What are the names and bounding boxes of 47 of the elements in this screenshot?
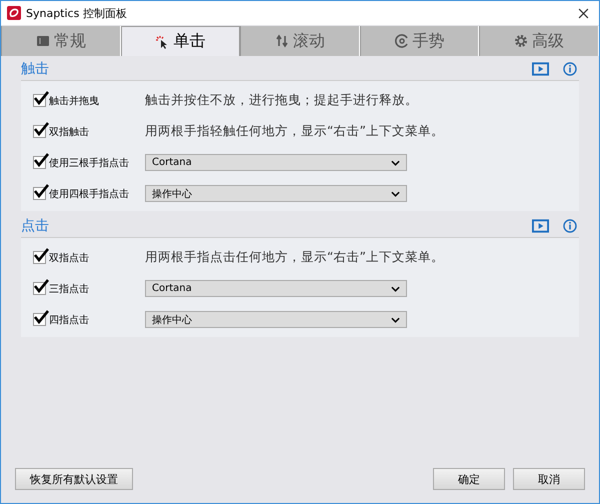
gear-icon — [514, 34, 528, 48]
dropdown[interactable]: 操作中心 — [145, 185, 407, 202]
description-text: 用两根手指点击任何地方，显示“右击”上下文菜单。 — [145, 249, 444, 266]
caret-icon — [391, 316, 400, 322]
section-title: 点击 — [21, 217, 49, 235]
tab[interactable]: 高级 — [479, 26, 599, 56]
dropdown[interactable]: Cortana — [145, 280, 407, 297]
checkbox-label: 双指点击 — [49, 252, 89, 264]
section-title: 触击 — [21, 60, 49, 78]
dialog-button[interactable]: 确定 — [433, 468, 505, 490]
video-icon[interactable] — [532, 219, 549, 233]
up-down-arrows-icon — [274, 34, 289, 48]
checkbox-label: 触击并拖曳 — [49, 94, 99, 108]
close-icon[interactable] — [578, 8, 589, 18]
touchpad-icon — [36, 34, 50, 48]
info-icon[interactable] — [563, 62, 577, 76]
tab[interactable]: 单击 — [120, 26, 240, 56]
description-text: 用两根手指轻触任何地方，显示“右击”上下文菜单。 — [145, 123, 444, 140]
checkbox[interactable] — [33, 125, 46, 138]
caret-icon — [391, 190, 400, 196]
dropdown[interactable]: 操作中心 — [145, 311, 407, 328]
cursor-click-icon — [155, 34, 170, 48]
checkbox-label: 三指点击 — [49, 282, 89, 296]
description-text: 触击并按住不放，进行拖曳；提起手进行释放。 — [145, 92, 418, 109]
checkbox-label: 双指触击 — [49, 126, 89, 138]
checkbox[interactable] — [33, 187, 46, 200]
checkbox-label: 使用三根手指点击 — [49, 156, 129, 170]
tab[interactable]: 常规 — [1, 26, 121, 56]
checkbox-label: 四指点击 — [49, 314, 89, 326]
restore-defaults-button[interactable]: 恢复所有默认设置 — [15, 468, 133, 490]
checkbox[interactable] — [33, 251, 46, 264]
checkbox[interactable] — [33, 156, 46, 169]
caret-icon — [391, 160, 400, 166]
video-icon[interactable] — [532, 62, 549, 76]
dropdown[interactable]: Cortana — [145, 154, 407, 171]
checkbox[interactable] — [33, 282, 46, 295]
checkbox-label: 使用四根手指点击 — [49, 188, 129, 200]
checkbox[interactable] — [33, 313, 46, 326]
dialog-button[interactable]: 取消 — [513, 468, 585, 490]
window-title: Synaptics 控制面板 — [26, 6, 127, 20]
caret-icon — [391, 286, 400, 292]
info-icon[interactable] — [563, 219, 577, 233]
app-logo-icon — [7, 6, 21, 20]
checkbox[interactable] — [33, 94, 46, 107]
swirl-icon — [394, 34, 409, 48]
tab[interactable]: 手势 — [360, 26, 480, 56]
tab[interactable]: 滚动 — [240, 26, 360, 56]
